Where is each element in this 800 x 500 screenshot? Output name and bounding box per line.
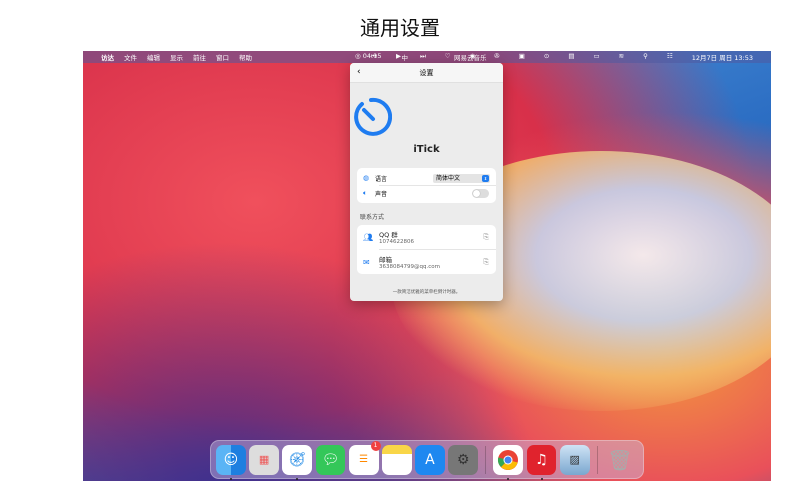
search-icon[interactable]: ⚲: [643, 52, 648, 62]
dock-netease-music-icon[interactable]: ♫: [526, 444, 557, 480]
status-icon[interactable]: ◉: [470, 52, 476, 62]
contact-qq-row: 👥︎ QQ 群 1074622806 ⎘: [357, 225, 496, 249]
status-icon[interactable]: ▣: [519, 52, 525, 62]
battery-icon[interactable]: ▭: [594, 52, 600, 62]
sound-toggle[interactable]: [472, 188, 489, 198]
sound-row: 🔈︎ 声音: [357, 186, 496, 200]
menu-bar: 访达 文件 编辑 显示 前往 窗口 帮助 ◎ 04:15 中 网易云音乐 ⏮ ▶…: [83, 51, 771, 63]
page-title: 通用设置: [360, 16, 440, 40]
dock-separator: [596, 445, 598, 474]
contact-email-row: ✉ 邮箱 3638084799@qq.com ⎘: [357, 250, 496, 274]
app-name: iTick: [413, 144, 440, 155]
menu-window[interactable]: 窗口: [216, 52, 229, 62]
menu-help[interactable]: 帮助: [239, 52, 252, 62]
wifi-icon[interactable]: ≋: [619, 52, 624, 62]
chevron-updown-icon: ⇕: [482, 174, 489, 182]
language-row: ◍ 语言 简体中文 ⇕: [357, 171, 496, 185]
menu-edit[interactable]: 编辑: [147, 52, 160, 62]
menu-go[interactable]: 前往: [193, 52, 206, 62]
desktop: 访达 文件 编辑 显示 前往 窗口 帮助 ◎ 04:15 中 网易云音乐 ⏮ ▶…: [83, 51, 771, 481]
heart-icon[interactable]: ♡: [445, 52, 451, 62]
datetime[interactable]: 12月7日 周日 13:53: [692, 52, 753, 62]
email-label: 邮箱: [379, 256, 392, 264]
dock-appstore-icon[interactable]: A: [415, 444, 445, 475]
status-icon[interactable]: ▤: [568, 52, 574, 62]
play-icon[interactable]: ▶: [396, 52, 401, 62]
copy-icon[interactable]: ⎘: [483, 233, 489, 242]
language-value: 简体中文: [436, 174, 461, 182]
qq-value: 1074622806: [379, 239, 414, 245]
email-value: 3638084799@qq.com: [379, 264, 440, 270]
panel-title: 设置: [419, 68, 434, 77]
itick-logo-icon: [354, 97, 393, 136]
footer-text: 一款简洁优雅的菜单栏倒计时器。: [392, 290, 461, 295]
dock-safari-icon[interactable]: 🧭︎: [282, 444, 313, 480]
dock: ☺ ▦ 🧭︎ 💬︎ ☰ 1 A ⚙ ♫ ▨ 🗑︎: [210, 440, 644, 480]
copy-icon[interactable]: ⎘: [483, 258, 489, 267]
menu-file[interactable]: 文件: [124, 52, 137, 62]
globe-icon: ◍: [363, 174, 370, 182]
dock-trash-icon[interactable]: 🗑︎: [605, 445, 635, 475]
panel-header: ‹ 设置: [350, 63, 503, 83]
dock-reminders-icon[interactable]: ☰ 1: [348, 440, 381, 475]
menu-view[interactable]: 显示: [170, 52, 183, 62]
reminders-badge: 1: [370, 440, 381, 451]
contact-header: 联系方式: [360, 214, 385, 221]
dock-finder-icon[interactable]: ☺: [216, 444, 246, 480]
dock-preview-icon[interactable]: ▨: [559, 444, 590, 475]
qq-label: QQ 群: [379, 231, 398, 239]
dock-launchpad-icon[interactable]: ▦: [249, 444, 280, 475]
preferences-card: ◍ 语言 简体中文 ⇕ 🔈︎ 声音: [357, 168, 496, 203]
contact-card: 👥︎ QQ 群 1074622806 ⎘ ✉ 邮箱 3638084799@qq.co…: [357, 225, 496, 274]
language-select[interactable]: 简体中文 ⇕: [433, 173, 490, 183]
envelope-icon: ✉: [363, 257, 370, 267]
record-icon[interactable]: ⊙: [544, 52, 549, 62]
dock-system-preferences-icon[interactable]: ⚙: [448, 444, 479, 475]
next-track-icon[interactable]: ⏭: [420, 52, 426, 62]
prev-track-icon[interactable]: ⏮: [371, 52, 377, 62]
sound-label: 声音: [375, 190, 388, 198]
dock-notes-icon[interactable]: [381, 444, 412, 475]
language-label: 语言: [375, 175, 388, 183]
back-button[interactable]: ‹: [357, 67, 361, 77]
speaker-icon: 🔈︎: [363, 188, 368, 197]
settings-panel: ‹ 设置 iTick ◍ 语言 简体中文 ⇕ 🔈︎ 声音 联系方式 👥︎ QQ 群…: [350, 63, 503, 301]
group-icon: 👥︎: [363, 232, 374, 242]
dock-messages-icon[interactable]: 💬︎: [315, 444, 346, 475]
dock-separator: [485, 445, 487, 474]
menu-finder[interactable]: 访达: [101, 52, 114, 62]
control-center-icon[interactable]: ☷: [667, 52, 673, 62]
status-icon[interactable]: ✇: [494, 52, 499, 62]
dock-chrome-icon[interactable]: [493, 444, 524, 480]
